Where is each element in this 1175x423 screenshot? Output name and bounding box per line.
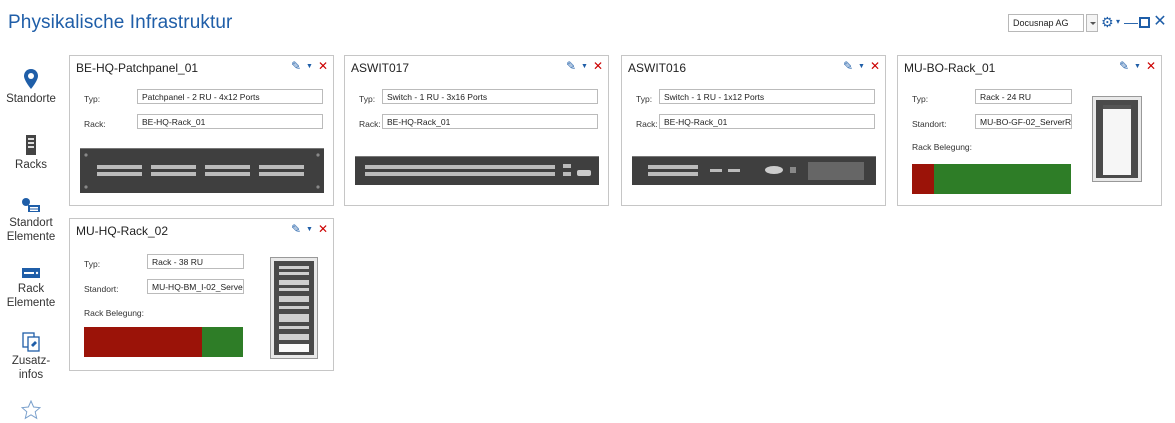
sidebar-item-standorte[interactable]: Standorte (0, 68, 62, 106)
type-label: Typ: (636, 94, 653, 104)
sidebar-item-zusatzinfos[interactable]: Zusatz- infos (0, 332, 62, 382)
location-label: Standort: (84, 284, 119, 294)
card-title: MU-BO-Rack_01 (904, 61, 996, 75)
rack-elements-icon (22, 268, 40, 278)
occupancy-free (201, 327, 243, 357)
card-title: ASWIT016 (628, 61, 687, 75)
edit-icon[interactable]: ✎ (291, 222, 301, 236)
page-title: Physikalische Infrastruktur (8, 12, 233, 33)
rack-field: BE-HQ-Rack_01 (659, 114, 875, 129)
close-icon[interactable]: ✕ (593, 59, 603, 73)
gear-icon[interactable]: ⚙ (1101, 12, 1114, 32)
sidebar-item-label: Racks (15, 159, 47, 171)
rack-image (270, 257, 318, 359)
edit-icon[interactable]: ✎ (291, 59, 301, 73)
chevron-down-icon[interactable]: ▾ (1114, 12, 1122, 32)
chevron-down-icon[interactable]: ▼ (306, 63, 313, 70)
rack-occupancy-bar (84, 327, 243, 357)
occupancy-free (934, 164, 1071, 194)
chevron-down-icon[interactable]: ▼ (858, 63, 865, 70)
company-dropdown-button[interactable] (1086, 14, 1098, 32)
card-aswit017[interactable]: ASWIT017 ✎ ▼ ✕ Typ: Switch - 1 RU - 3x16… (344, 55, 609, 206)
type-field: Rack - 24 RU (975, 89, 1072, 104)
device-image (80, 148, 324, 193)
rack-label: Rack: (84, 119, 106, 129)
minimize-icon[interactable]: — (1124, 12, 1138, 32)
sidebar-item-rack-elemente[interactable]: Rack Elemente (0, 266, 62, 310)
maximize-icon[interactable] (1138, 12, 1150, 33)
occupancy-label: Rack Belegung: (912, 142, 973, 152)
card-title: ASWIT017 (351, 61, 410, 75)
rack-occupancy-bar (912, 164, 1071, 194)
card-aswit016[interactable]: ASWIT016 ✎ ▼ ✕ Typ: Switch - 1 RU - 1x12… (621, 55, 886, 206)
rack-field: BE-HQ-Rack_01 (382, 114, 598, 129)
occupancy-used (912, 164, 935, 194)
additional-info-icon (22, 332, 40, 352)
location-field: MU-HQ-BM_I-02_ServerRoom (147, 279, 244, 294)
close-icon[interactable]: ✕ (870, 59, 880, 73)
rack-label: Rack: (359, 119, 381, 129)
sidebar-item-racks[interactable]: Racks (0, 134, 62, 172)
chevron-down-icon[interactable]: ▼ (581, 63, 588, 70)
occupancy-used (84, 327, 202, 357)
sidebar-item-label: Zusatz- infos (11, 355, 51, 381)
card-mu-bo-rack-01[interactable]: MU-BO-Rack_01 ✎ ▼ ✕ Typ: Rack - 24 RU St… (897, 55, 1162, 206)
sidebar-item-label: Rack Elemente (6, 283, 56, 309)
occupancy-label: Rack Belegung: (84, 308, 145, 318)
rack-label: Rack: (636, 119, 658, 129)
card-title: MU-HQ-Rack_02 (76, 224, 169, 238)
type-label: Typ: (84, 259, 101, 269)
edit-icon[interactable]: ✎ (1119, 59, 1129, 73)
device-image (632, 156, 876, 185)
location-pin-icon (24, 69, 38, 89)
close-icon[interactable]: ✕ (318, 59, 328, 73)
edit-icon[interactable]: ✎ (843, 59, 853, 73)
location-field: MU-BO-GF-02_ServerRoom (975, 114, 1072, 129)
company-select[interactable]: Docusnap AG (1008, 14, 1084, 32)
rack-field: BE-HQ-Rack_01 (137, 114, 323, 129)
sidebar-item-label: Standorte (6, 93, 56, 105)
sidebar-item-favorites[interactable] (0, 400, 62, 422)
star-icon (21, 400, 41, 420)
card-patchpanel[interactable]: BE-HQ-Patchpanel_01 ✎ ▼ ✕ Typ: Patchpane… (69, 55, 334, 206)
type-field: Switch - 1 RU - 3x16 Ports (382, 89, 598, 104)
chevron-down-icon[interactable]: ▼ (306, 226, 313, 233)
type-field: Rack - 38 RU (147, 254, 244, 269)
rack-icon (26, 135, 36, 155)
sidebar-item-standort-elemente[interactable]: Standort Elemente (0, 196, 62, 244)
rack-image (1092, 96, 1142, 182)
type-label: Typ: (84, 94, 101, 104)
site-elements-icon (22, 198, 40, 212)
type-label: Typ: (912, 94, 929, 104)
card-mu-hq-rack-02[interactable]: MU-HQ-Rack_02 ✎ ▼ ✕ Typ: Rack - 38 RU St… (69, 218, 334, 371)
close-icon[interactable]: ✕ (318, 222, 328, 236)
chevron-down-icon[interactable]: ▼ (1134, 63, 1141, 70)
card-title: BE-HQ-Patchpanel_01 (76, 61, 199, 75)
edit-icon[interactable]: ✎ (566, 59, 576, 73)
type-field: Switch - 1 RU - 1x12 Ports (659, 89, 875, 104)
type-label: Typ: (359, 94, 376, 104)
location-label: Standort: (912, 119, 947, 129)
sidebar-item-label: Standort Elemente (6, 217, 56, 243)
type-field: Patchpanel - 2 RU - 4x12 Ports (137, 89, 323, 104)
close-icon[interactable]: ✕ (1146, 59, 1156, 73)
close-icon[interactable]: ✕ (1153, 12, 1167, 32)
device-image (355, 156, 599, 185)
